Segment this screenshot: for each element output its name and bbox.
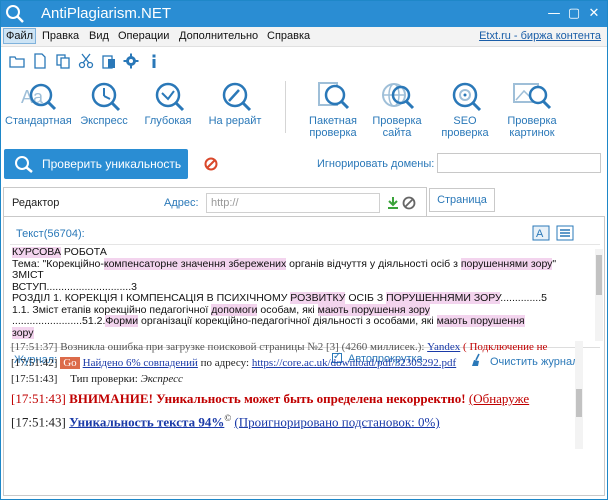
image-check-label-2: картинок	[509, 127, 555, 139]
deep-check-label: Глубокая	[144, 115, 192, 127]
menu-operations[interactable]: Операции	[118, 30, 169, 42]
open-folder-icon[interactable]	[9, 53, 25, 69]
list-view-icon[interactable]	[556, 225, 574, 241]
check-uniqueness-button[interactable]: Проверить уникальность	[4, 149, 188, 179]
download-icon[interactable]	[386, 196, 400, 210]
seo-check-label-1: SEO	[453, 115, 477, 127]
log-line: [17:51:43] Уникальность текста 94%© (Про…	[11, 413, 440, 430]
clock-icon	[91, 82, 121, 112]
maximize-button[interactable]: ▢	[567, 7, 581, 21]
seo-check-button[interactable]: SEO проверка	[439, 79, 491, 139]
warning-details-link[interactable]: (Обнаруже	[469, 391, 529, 406]
image-check-button[interactable]: Проверка картинок	[501, 79, 563, 139]
express-check-label: Экспресс	[80, 115, 128, 127]
menu-help[interactable]: Справка	[267, 30, 310, 42]
source-url-link[interactable]: https://core.ac.uk/download/pdf/32305292…	[252, 357, 456, 369]
text-scrollbar[interactable]	[595, 249, 603, 341]
uniqueness-result-link[interactable]: Уникальность текста 94%	[69, 414, 224, 429]
text-line: Тема: "Корекційно-компенсаторне значення…	[12, 257, 557, 270]
text-editor[interactable]: КУРСОВА РОБОТА Тема: "Корекційно-компенс…	[12, 247, 600, 343]
search-icon	[15, 156, 33, 173]
text-line: ........................51.2.Форми орган…	[12, 315, 525, 327]
cut-icon[interactable]	[78, 53, 94, 69]
paste-icon[interactable]	[101, 53, 117, 69]
globe-icon	[382, 83, 415, 110]
seo-target-icon	[452, 82, 482, 112]
standard-check-button[interactable]: Aa Стандартная	[5, 79, 72, 127]
text-line: зору	[12, 326, 34, 339]
ignored-substitutions-link[interactable]: (Проигнорировано подстановок: 0%)	[234, 414, 439, 429]
text-char-count: Текст(56704):	[16, 228, 85, 240]
batch-check-label-1: Пакетная	[309, 115, 357, 127]
image-check-label-1: Проверка	[507, 115, 557, 127]
info-icon[interactable]	[146, 53, 162, 69]
address-label: Адрес:	[164, 197, 199, 209]
tab-editor[interactable]: Редактор Адрес: http://	[3, 187, 427, 217]
batch-check-button[interactable]: Пакетная проверка	[303, 79, 363, 139]
address-input[interactable]: http://	[206, 193, 380, 213]
cancel-load-icon[interactable]	[402, 196, 416, 210]
title-bar: AntiPlagiarism.NET — ▢ ✕	[1, 1, 607, 27]
svg-text:A: A	[536, 228, 544, 240]
tab-editor-label: Редактор	[12, 197, 60, 209]
image-search-icon	[513, 83, 552, 110]
menu-additional[interactable]: Дополнительно	[179, 30, 258, 42]
journal-log: [17:51:37] Возникла ошибка при загрузке …	[7, 341, 577, 461]
standard-check-icon: Aa	[21, 83, 57, 111]
log-line: [17:51:43] Тип проверки: Экспресс	[11, 373, 183, 385]
close-button[interactable]: ✕	[587, 7, 601, 21]
log-line: [17:51:42] Go Найдено 6% совпадений по ад…	[11, 357, 457, 369]
deep-search-icon	[155, 82, 185, 112]
standard-check-label: Стандартная	[5, 115, 72, 127]
site-check-label-1: Проверка	[372, 115, 422, 127]
batch-check-label-2: проверка	[309, 127, 357, 139]
express-check-button[interactable]: Экспресс	[79, 79, 129, 127]
matches-link[interactable]: Найдено 6% совпадений	[83, 357, 198, 369]
log-line: [17:51:37] Возникла ошибка при загрузке …	[11, 341, 548, 353]
font-view-icon[interactable]: A	[532, 225, 550, 241]
app-logo-icon	[6, 5, 24, 23]
batch-check-icon	[318, 82, 350, 110]
window-title: AntiPlagiarism.NET	[41, 5, 172, 22]
quick-toolbar	[1, 48, 607, 74]
yandex-link[interactable]: Yandex	[427, 341, 460, 353]
text-header: Текст(56704): A	[10, 223, 600, 245]
ignore-domains-label: Игнорировать домены:	[317, 158, 435, 170]
check-uniqueness-label: Проверить уникальность	[42, 157, 182, 171]
pencil-search-icon	[222, 82, 252, 112]
text-scrollbar-thumb[interactable]	[596, 255, 602, 295]
tab-page[interactable]: Страница	[429, 188, 495, 212]
copy-icon[interactable]	[55, 53, 71, 69]
ignore-domains-input[interactable]	[437, 153, 601, 173]
menu-file[interactable]: Файл	[3, 28, 37, 44]
toolbar-divider	[285, 81, 286, 133]
etxt-link[interactable]: Etxt.ru - биржа контента	[479, 30, 601, 42]
site-check-button[interactable]: Проверка сайта	[369, 79, 425, 139]
menu-view[interactable]: Вид	[89, 30, 109, 42]
go-badge[interactable]: Go	[60, 357, 80, 369]
seo-check-label-2: проверка	[441, 127, 489, 139]
new-file-icon[interactable]	[32, 53, 48, 69]
stop-icon[interactable]	[204, 157, 218, 171]
journal-scrollbar-thumb[interactable]	[576, 389, 582, 417]
editor-pane: Редактор Адрес: http:// Страница Текст(5…	[1, 184, 607, 500]
log-line: [17:51:43] ВНИМАНИЕ! Уникальность может …	[11, 391, 530, 406]
journal-scrollbar[interactable]	[575, 341, 583, 449]
rewrite-check-button[interactable]: На рерайт	[205, 79, 265, 127]
app-window: AntiPlagiarism.NET — ▢ ✕ Файл Правка Вид…	[0, 0, 608, 500]
menu-bar: Файл Правка Вид Операции Дополнительно С…	[1, 27, 607, 47]
gear-icon[interactable]	[123, 53, 139, 69]
site-check-label-2: сайта	[382, 127, 412, 139]
minimize-button[interactable]: —	[547, 7, 561, 21]
rewrite-check-label: На рерайт	[208, 115, 262, 127]
deep-check-button[interactable]: Глубокая	[141, 79, 195, 127]
check-modes-toolbar: Aa Стандартная Экспресс Глубокая На рера…	[1, 75, 607, 139]
menu-edit[interactable]: Правка	[42, 30, 79, 42]
